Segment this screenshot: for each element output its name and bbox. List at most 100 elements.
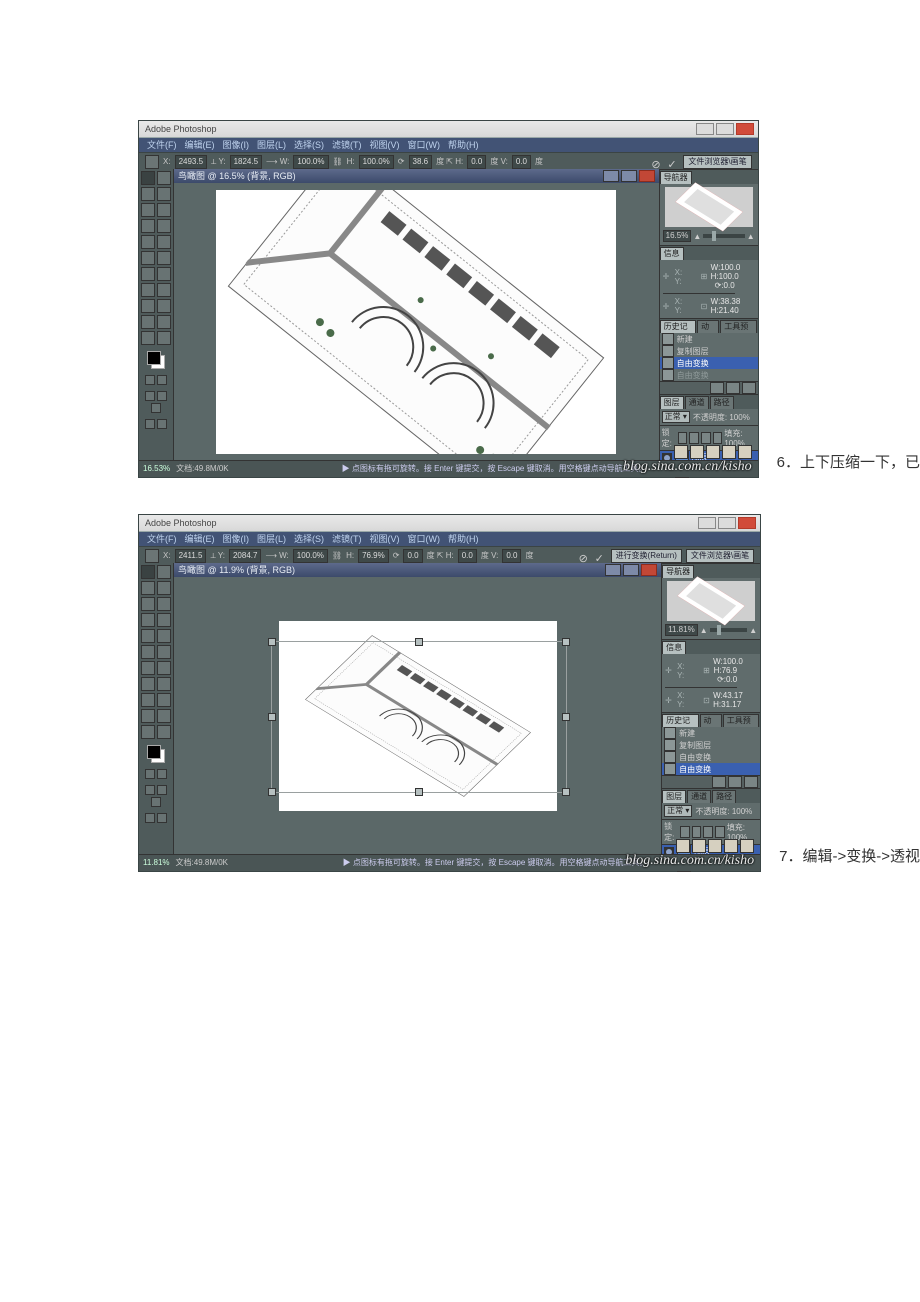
doc-maximize-button[interactable]	[621, 170, 637, 182]
paths-tab[interactable]: 路径	[710, 396, 734, 409]
menu-item[interactable]: 文件(F)	[143, 534, 181, 544]
tool-button[interactable]	[141, 725, 155, 739]
hskew-field[interactable]: 0.0	[458, 549, 477, 563]
screenmode-button[interactable]	[157, 785, 167, 795]
channels-tab[interactable]: 通道	[685, 396, 709, 409]
tool-button[interactable]	[157, 283, 171, 297]
jump-to-imageready-strip[interactable]	[676, 839, 754, 853]
layers-tab[interactable]: 图层	[660, 396, 684, 409]
tool-button[interactable]	[141, 629, 155, 643]
transform-handle[interactable]	[415, 788, 423, 796]
x-field[interactable]: 2411.5	[175, 549, 207, 563]
menu-item[interactable]: 帮助(H)	[444, 534, 483, 544]
screenmode-button[interactable]	[145, 785, 155, 795]
tool-button[interactable]	[141, 677, 155, 691]
window-close-button[interactable]	[736, 123, 754, 135]
transform-handle[interactable]	[415, 638, 423, 646]
status-zoom[interactable]: 11.81%	[143, 855, 170, 871]
menu-item[interactable]: 滤镜(T)	[328, 140, 366, 150]
doc-minimize-button[interactable]	[603, 170, 619, 182]
tool-button[interactable]	[141, 693, 155, 707]
quickmask-button[interactable]	[157, 769, 167, 779]
color-swatches[interactable]	[147, 351, 165, 369]
tool-button[interactable]	[141, 331, 155, 345]
tool-button[interactable]	[157, 693, 171, 707]
tool-button[interactable]	[141, 187, 155, 201]
history-trash-button[interactable]	[742, 382, 756, 394]
app-titlebar[interactable]: Adobe Photoshop	[139, 515, 760, 532]
transform-handle[interactable]	[268, 638, 276, 646]
window-minimize-button[interactable]	[696, 123, 714, 135]
history-item[interactable]: 自由变换	[660, 369, 758, 381]
tool-button[interactable]	[157, 725, 171, 739]
history-new-button[interactable]	[726, 382, 740, 394]
tool-presets-tab[interactable]: 工具预设	[723, 714, 759, 727]
tool-button[interactable]	[157, 251, 171, 265]
doc-maximize-button[interactable]	[623, 564, 639, 576]
jump-button[interactable]	[157, 813, 167, 823]
quickmask-button[interactable]	[145, 375, 155, 385]
history-trash-button[interactable]	[744, 776, 758, 788]
y-field[interactable]: 1824.5	[230, 155, 262, 169]
reference-point-icon[interactable]	[145, 155, 159, 169]
vskew-field[interactable]: 0.0	[502, 549, 521, 563]
free-transform-frame[interactable]	[271, 641, 567, 793]
jump-button[interactable]	[145, 419, 155, 429]
window-minimize-button[interactable]	[698, 517, 716, 529]
lock-paint-icon[interactable]	[689, 432, 699, 444]
transform-handle[interactable]	[562, 713, 570, 721]
w-field[interactable]: 100.0%	[293, 155, 328, 169]
tool-button[interactable]	[141, 581, 155, 595]
tool-button[interactable]	[141, 283, 155, 297]
screenmode-button[interactable]	[151, 403, 161, 413]
transform-handle[interactable]	[562, 788, 570, 796]
navigator-thumbnail[interactable]	[667, 581, 755, 621]
lock-transparent-icon[interactable]	[680, 826, 690, 838]
zoom-in-icon[interactable]: ▲	[749, 626, 757, 635]
quickmask-button[interactable]	[157, 375, 167, 385]
canvas[interactable]	[174, 577, 661, 855]
reference-point-icon[interactable]	[145, 549, 159, 563]
tool-button[interactable]	[141, 203, 155, 217]
history-tab[interactable]: 历史记录	[660, 320, 696, 333]
tool-button[interactable]	[157, 645, 171, 659]
history-item[interactable]: 自由变换	[660, 357, 758, 369]
history-new-button[interactable]	[728, 776, 742, 788]
angle-field[interactable]: 38.6	[409, 155, 433, 169]
menu-item[interactable]: 编辑(E)	[181, 140, 219, 150]
document-titlebar[interactable]: 鸟瞰图 @ 11.9% (背景, RGB)	[174, 563, 661, 577]
tool-button[interactable]	[141, 645, 155, 659]
tool-button[interactable]	[157, 315, 171, 329]
lock-transparent-icon[interactable]	[678, 432, 688, 444]
tool-button[interactable]	[141, 613, 155, 627]
tool-button[interactable]	[157, 677, 171, 691]
jump-to-imageready-strip[interactable]	[674, 445, 752, 459]
status-zoom[interactable]: 16.53%	[143, 461, 170, 477]
channels-tab[interactable]: 通道	[687, 790, 711, 803]
menu-item[interactable]: 选择(S)	[290, 140, 328, 150]
commit-transform-icon[interactable]	[667, 156, 679, 168]
menu-item[interactable]: 视图(V)	[366, 534, 404, 544]
transform-handle[interactable]	[268, 713, 276, 721]
menu-item[interactable]: 图层(L)	[253, 140, 290, 150]
commit-transform-icon[interactable]	[595, 550, 607, 562]
history-item[interactable]: 复制图层	[660, 345, 758, 357]
window-maximize-button[interactable]	[718, 517, 736, 529]
doc-close-button[interactable]	[641, 564, 657, 576]
menu-item[interactable]: 视图(V)	[366, 140, 404, 150]
zoom-out-icon[interactable]: ▲	[693, 232, 701, 241]
tool-presets-tab[interactable]: 工具预设	[720, 320, 756, 333]
lock-move-icon[interactable]	[703, 826, 713, 838]
doc-minimize-button[interactable]	[605, 564, 621, 576]
zoom-out-icon[interactable]: ▲	[700, 626, 708, 635]
blend-mode-select[interactable]: 正常 ▾	[664, 805, 692, 817]
navigator-tab[interactable]: 导航器	[662, 565, 694, 578]
menu-item[interactable]: 窗口(W)	[404, 140, 445, 150]
tool-button[interactable]	[141, 661, 155, 675]
history-tab[interactable]: 历史记录	[662, 714, 698, 727]
tool-button[interactable]	[157, 331, 171, 345]
paths-tab[interactable]: 路径	[712, 790, 736, 803]
actions-tab[interactable]: 动作	[700, 714, 722, 727]
navigator-zoom-slider[interactable]	[703, 234, 744, 238]
actions-tab[interactable]: 动作	[697, 320, 719, 333]
